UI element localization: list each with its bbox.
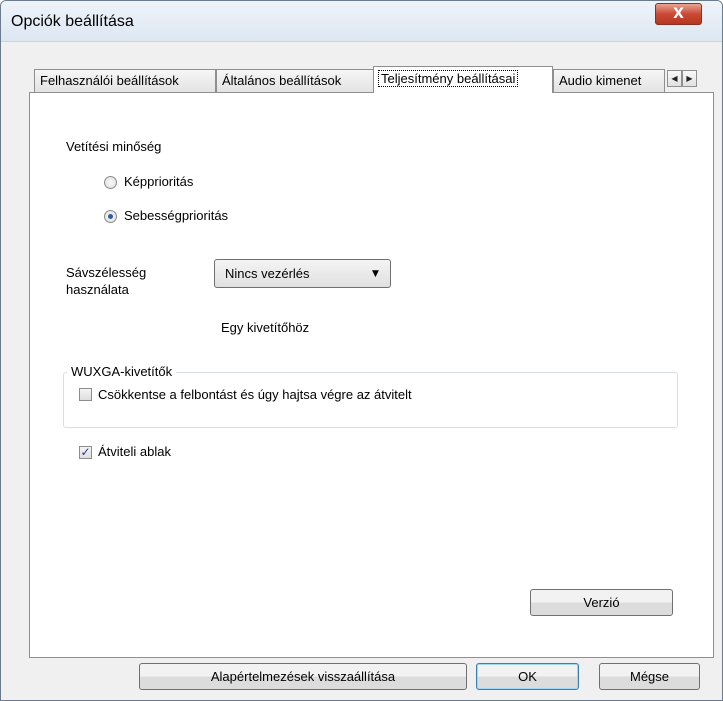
image-priority-radio[interactable] <box>104 176 117 189</box>
tab-performance-settings[interactable]: Teljesítmény beállításai <box>373 66 553 93</box>
bandwidth-label-line2: használata <box>66 282 129 297</box>
transfer-window-checkbox[interactable]: ✓ <box>79 446 92 459</box>
reset-defaults-button[interactable]: Alapértelmezések visszaállítása <box>139 663 467 690</box>
image-priority-label[interactable]: Képprioritás <box>124 174 193 189</box>
version-button[interactable]: Verzió <box>530 589 673 616</box>
bandwidth-dropdown[interactable]: Nincs vezérlés ▼ <box>214 259 391 288</box>
tab-audio-output[interactable]: Audio kimenet <box>553 69 665 92</box>
tab-label: Felhasználói beállítások <box>40 73 179 88</box>
tab-general-settings[interactable]: Általános beállítások <box>216 69 375 92</box>
window-title: Opciók beállítása <box>11 13 134 30</box>
bandwidth-label-line1: Sávszélesség <box>66 265 147 280</box>
chevron-down-icon: ▼ <box>372 269 379 279</box>
tab-scroll-right-button[interactable]: ▶ <box>682 70 697 87</box>
speed-priority-label[interactable]: Sebességprioritás <box>124 208 228 223</box>
reduce-resolution-checkbox[interactable] <box>79 388 92 401</box>
wuxga-group-label: WUXGA-kivetítők <box>67 364 177 379</box>
bandwidth-note: Egy kivetítőhöz <box>221 320 310 335</box>
tab-label: Audio kimenet <box>559 73 642 88</box>
cancel-button[interactable]: Mégse <box>599 663 700 690</box>
tab-label: Általános beállítások <box>222 73 342 88</box>
speed-priority-radio[interactable] <box>104 210 117 223</box>
transfer-window-label[interactable]: Átviteli ablak <box>98 444 171 459</box>
title-bar: Opciók beállítása X <box>1 1 722 42</box>
reduce-resolution-label[interactable]: Csökkentse a felbontást és úgy hajtsa vé… <box>98 387 412 402</box>
ok-button[interactable]: OK <box>476 663 579 690</box>
tab-label: Teljesítmény beállításai <box>377 70 519 87</box>
tab-scroll-left-button[interactable]: ◀ <box>667 70 682 87</box>
close-button[interactable]: X <box>655 3 702 25</box>
options-dialog: Opciók beállítása X Felhasználói beállít… <box>0 0 723 701</box>
bandwidth-dropdown-value: Nincs vezérlés <box>225 266 310 281</box>
projection-quality-label: Vetítési minőség <box>66 139 162 154</box>
tab-user-settings[interactable]: Felhasználói beállítások <box>34 69 216 92</box>
